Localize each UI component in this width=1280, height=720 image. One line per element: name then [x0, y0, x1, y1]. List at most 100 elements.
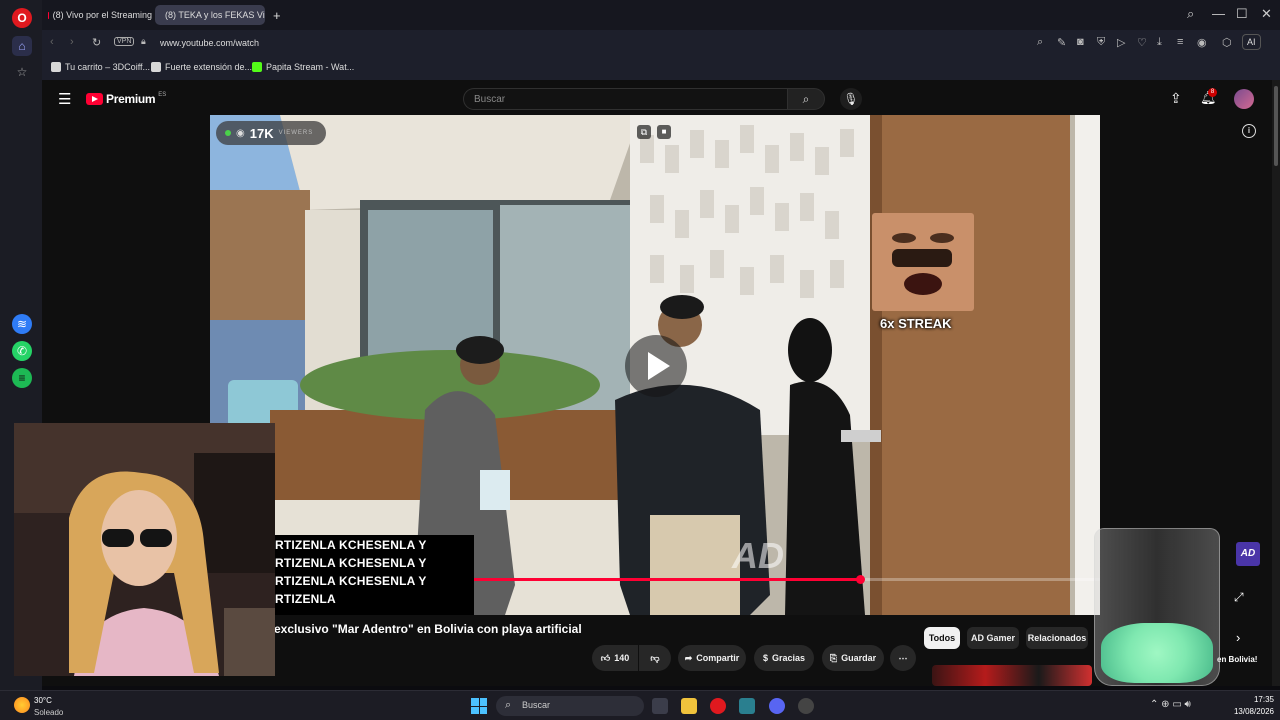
- new-tab-button[interactable]: +: [269, 5, 287, 25]
- bookmark-favicon-icon: [151, 62, 161, 72]
- viewer-count: 17K: [249, 125, 274, 141]
- scrollbar[interactable]: [1272, 80, 1280, 686]
- ticker-line: RTIZENLA KCHESENLA Y: [275, 574, 427, 588]
- viewers-label: VIEWERS: [278, 130, 314, 136]
- vpn-badge[interactable]: VPN: [114, 37, 135, 46]
- tab-teka-fekas[interactable]: (8) TEKA y los FEKAS Visit: [155, 5, 265, 25]
- thumbs-up-icon: 👍︎: [600, 652, 611, 663]
- tab-bar: (8) Vivo por el Streaming (8) TEKA y los…: [42, 0, 1280, 30]
- search-button[interactable]: ⌕: [787, 88, 825, 110]
- progress-scrubber[interactable]: [855, 575, 865, 584]
- bookmark-icon: ⎘: [829, 652, 838, 663]
- glass-cup-overlay: [1094, 528, 1220, 686]
- weather-temperature[interactable]: 30°C: [34, 696, 52, 705]
- youtube-premium-logo[interactable]: Premium ES: [86, 92, 166, 106]
- zoom-search-icon[interactable]: ⌕: [1037, 36, 1043, 49]
- tab-vivo-streaming[interactable]: (8) Vivo por el Streaming: [42, 5, 152, 25]
- task-view-icon[interactable]: [652, 698, 668, 714]
- voice-search-icon[interactable]: 🎙︎: [840, 88, 862, 110]
- minimize-icon[interactable]: —: [1212, 6, 1225, 21]
- chips-next-icon[interactable]: ›: [1236, 630, 1240, 645]
- bookmarks-sidebar-icon[interactable]: ☆: [12, 62, 32, 82]
- clock-time[interactable]: 17:35: [1230, 695, 1274, 704]
- bookmark-3dcoiff[interactable]: Tu carrito – 3DCoiff...: [51, 62, 150, 72]
- bookmark-papita-stream[interactable]: Papita Stream - Wat...: [252, 62, 354, 72]
- url-field[interactable]: www.youtube.com/watch: [160, 38, 259, 48]
- reload-icon[interactable]: ↻: [92, 36, 101, 49]
- tab-label: (8) Vivo por el Streaming: [52, 10, 152, 20]
- discord-icon[interactable]: [769, 698, 785, 714]
- channel-watermark-badge[interactable]: AD: [1236, 542, 1260, 566]
- file-explorer-icon[interactable]: [681, 698, 697, 714]
- ticker-line: RTIZENLA: [275, 592, 336, 606]
- snapshot-icon[interactable]: ◙: [1077, 36, 1084, 48]
- app-taskbar-icon[interactable]: [739, 698, 755, 714]
- heart-icon[interactable]: ♡: [1137, 36, 1147, 49]
- tab-search-icon[interactable]: ⌕: [1187, 6, 1194, 22]
- bookmark-extension[interactable]: Fuerte extensión de...: [151, 62, 252, 72]
- edit-icon[interactable]: ✎: [1057, 36, 1066, 49]
- search-icon: ⌕: [802, 92, 810, 106]
- home-icon[interactable]: ⌂: [12, 36, 32, 56]
- opera-taskbar-icon[interactable]: [710, 698, 726, 714]
- hamburger-menu-icon[interactable]: ☰: [58, 90, 71, 108]
- dislike-button[interactable]: 👎︎: [639, 645, 671, 671]
- play-icon: [648, 352, 670, 380]
- chip-todos[interactable]: Todos: [924, 627, 960, 649]
- live-dot-icon: [225, 130, 231, 136]
- forward-icon[interactable]: ›: [70, 36, 74, 48]
- opera-logo-icon[interactable]: O: [12, 8, 32, 28]
- taskbar-search[interactable]: ⌕ Buscar: [496, 696, 644, 716]
- profile-icon[interactable]: ◉: [1197, 36, 1207, 49]
- start-icon[interactable]: [471, 698, 487, 714]
- more-icon: ⋯: [898, 652, 908, 663]
- thanks-icon: $: [762, 653, 768, 663]
- more-actions-button[interactable]: ⋯: [890, 645, 916, 671]
- webcam-image: [14, 423, 275, 676]
- whatsapp-icon[interactable]: ✆: [12, 341, 32, 361]
- download-icon[interactable]: ⤓: [1157, 36, 1162, 49]
- viewer-count-pill: ◉ 17K VIEWERS: [216, 121, 326, 145]
- save-button[interactable]: ⎘ Guardar: [822, 645, 884, 671]
- play-icon[interactable]: ▷: [1117, 36, 1125, 49]
- close-icon[interactable]: ✕: [1261, 6, 1272, 22]
- ai-button[interactable]: AI: [1242, 34, 1261, 50]
- eye-icon: ◉: [236, 127, 245, 139]
- search-input[interactable]: Buscar: [463, 88, 787, 110]
- related-video-thumbnail[interactable]: [932, 665, 1092, 686]
- weather-description[interactable]: Soleado: [34, 708, 63, 717]
- thumbs-down-icon: 👎︎: [650, 652, 660, 663]
- chip-relacionados[interactable]: Relacionados: [1026, 627, 1088, 649]
- thanks-button[interactable]: $ Gracias: [754, 645, 814, 671]
- messenger-icon[interactable]: ≋: [12, 314, 32, 334]
- fullscreen-icon[interactable]: ⤢: [1234, 590, 1244, 605]
- like-button[interactable]: 👍︎ 140: [592, 645, 638, 671]
- tray-icons[interactable]: ⌃ ⊕ ▭ 🔊︎: [1150, 699, 1191, 710]
- weather-sun-icon[interactable]: [14, 697, 30, 713]
- avatar[interactable]: [1234, 89, 1254, 109]
- shield-icon[interactable]: ⛨: [1097, 36, 1105, 49]
- taskbar: 30°C Soleado ⌕ Buscar ⌃ ⊕ ▭ 🔊︎ 17:35 13/…: [0, 690, 1280, 720]
- back-icon[interactable]: ‹: [50, 36, 54, 48]
- extensions-icon[interactable]: ⬡: [1222, 36, 1232, 49]
- obs-icon[interactable]: [798, 698, 814, 714]
- clock-date[interactable]: 13/08/2026: [1220, 707, 1274, 716]
- ticker-line: RTIZENLA KCHESENLA Y: [275, 556, 427, 570]
- miniplayer-icon[interactable]: ⧉: [637, 125, 651, 139]
- camera-icon[interactable]: ■: [657, 125, 671, 139]
- meme-face-image: [872, 213, 974, 311]
- chat-ticker-overlay: RTIZENLA KCHESENLA Y RTIZENLA KCHESENLA …: [275, 535, 474, 615]
- search-icon: ⌕: [505, 699, 512, 711]
- related-video-title[interactable]: en Bolivia!: [1217, 655, 1257, 664]
- spotify-icon[interactable]: ≡: [12, 368, 32, 388]
- maximize-icon[interactable]: ☐: [1236, 6, 1248, 22]
- info-icon[interactable]: i: [1242, 124, 1256, 138]
- chip-ad-gamer[interactable]: AD Gamer: [967, 627, 1019, 649]
- share-button[interactable]: ➦ Compartir: [678, 645, 746, 671]
- youtube-favicon-icon: [48, 11, 49, 19]
- upload-icon[interactable]: ⇪: [1170, 90, 1182, 107]
- play-button[interactable]: [625, 335, 687, 397]
- youtube-logo-icon: [86, 93, 103, 105]
- ticker-line: RTIZENLA KCHESENLA Y: [275, 538, 427, 552]
- menu-icon[interactable]: ≡: [1177, 36, 1183, 48]
